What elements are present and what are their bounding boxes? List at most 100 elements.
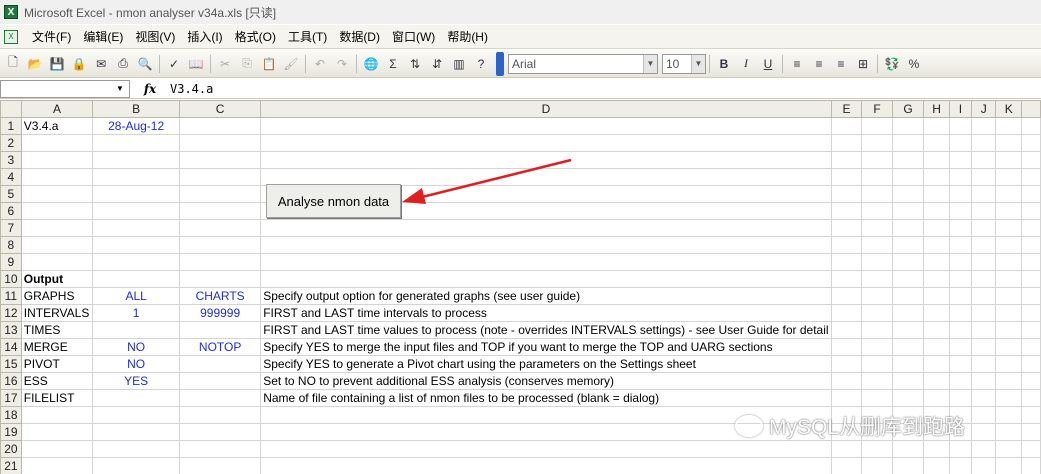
cell-b[interactable]	[92, 423, 181, 441]
cell-empty[interactable]	[923, 389, 950, 407]
cell-a[interactable]: FILELIST	[20, 389, 94, 407]
cell-empty[interactable]	[830, 457, 863, 474]
font-name-select[interactable]: Arial ▼	[508, 53, 658, 74]
cell-empty[interactable]	[891, 134, 925, 152]
cell-empty[interactable]	[948, 372, 973, 390]
column-header-empty[interactable]	[1021, 100, 1041, 118]
align-center-icon[interactable]: ≡	[809, 54, 829, 74]
cell-empty[interactable]	[971, 372, 997, 390]
cell-empty[interactable]	[861, 185, 893, 203]
print-preview-icon[interactable]: 🔍	[135, 54, 155, 74]
cell-empty[interactable]	[971, 338, 997, 356]
cell-c[interactable]	[179, 117, 262, 135]
cell-empty[interactable]	[971, 151, 997, 169]
cell-empty[interactable]	[861, 389, 893, 407]
cell-empty[interactable]	[971, 253, 997, 271]
save-icon[interactable]: 💾	[47, 54, 67, 74]
column-header[interactable]: B	[92, 100, 181, 118]
cell-empty[interactable]	[923, 457, 950, 474]
cell-empty[interactable]	[861, 219, 893, 237]
cell-empty[interactable]	[891, 304, 925, 322]
menu-window[interactable]: 窗口(W)	[386, 27, 441, 47]
cell-empty[interactable]	[971, 117, 997, 135]
cell-empty[interactable]	[830, 321, 863, 339]
cell-empty[interactable]	[995, 185, 1023, 203]
cell-b[interactable]	[92, 389, 181, 407]
cell-empty[interactable]	[830, 372, 863, 390]
cell-empty[interactable]	[995, 406, 1023, 424]
cell-empty[interactable]	[830, 389, 863, 407]
cell-a[interactable]	[20, 457, 94, 474]
cell-b[interactable]	[92, 321, 181, 339]
cell-empty[interactable]	[861, 372, 893, 390]
row-header[interactable]: 20	[0, 440, 22, 458]
cell-empty[interactable]	[861, 253, 893, 271]
cell-b[interactable]	[92, 270, 181, 288]
column-header[interactable]: I	[948, 100, 973, 118]
cell-empty[interactable]	[995, 134, 1023, 152]
cell-empty[interactable]	[861, 304, 893, 322]
cell-empty[interactable]	[891, 440, 925, 458]
cell-empty[interactable]	[891, 287, 925, 305]
row-header[interactable]: 5	[0, 185, 22, 203]
cell-empty[interactable]	[830, 202, 863, 220]
row-header[interactable]: 2	[0, 134, 22, 152]
cell-empty[interactable]	[948, 134, 973, 152]
column-header[interactable]: J	[971, 100, 997, 118]
column-header[interactable]: K	[995, 100, 1023, 118]
cell-empty[interactable]	[948, 236, 973, 254]
cell-a[interactable]	[20, 253, 94, 271]
row-header[interactable]: 21	[0, 457, 22, 474]
menu-tools[interactable]: 工具(T)	[282, 27, 333, 47]
cell-c[interactable]	[179, 168, 262, 186]
cell-empty[interactable]	[923, 372, 950, 390]
cell-empty[interactable]	[995, 440, 1023, 458]
merge-center-icon[interactable]: ⊞	[853, 54, 873, 74]
cell-empty[interactable]	[830, 440, 863, 458]
cell-empty[interactable]	[891, 168, 925, 186]
cell-empty[interactable]	[948, 151, 973, 169]
cell-empty[interactable]	[891, 321, 925, 339]
cell-empty[interactable]	[995, 202, 1023, 220]
menu-help[interactable]: 帮助(H)	[441, 27, 494, 47]
column-header[interactable]: F	[861, 100, 893, 118]
cell-a[interactable]: TIMES	[20, 321, 94, 339]
cell-empty[interactable]	[830, 287, 863, 305]
row-header[interactable]: 15	[0, 355, 22, 373]
cell-empty[interactable]	[971, 457, 997, 474]
cell-empty[interactable]	[923, 440, 950, 458]
cell-empty[interactable]	[1021, 423, 1041, 441]
cell-a[interactable]: MERGE	[20, 338, 94, 356]
cell-empty[interactable]	[923, 304, 950, 322]
cell-a[interactable]	[20, 406, 94, 424]
cell-c[interactable]	[179, 253, 262, 271]
cell-empty[interactable]	[1021, 389, 1041, 407]
cell-empty[interactable]	[995, 321, 1023, 339]
cell-empty[interactable]	[861, 270, 893, 288]
cell-empty[interactable]	[923, 355, 950, 373]
cell-c[interactable]	[179, 270, 262, 288]
sort-descending-icon[interactable]: ⇵	[427, 54, 447, 74]
cell-empty[interactable]	[891, 372, 925, 390]
cell-empty[interactable]	[1021, 219, 1041, 237]
formula-input[interactable]: V3.4.a	[170, 82, 213, 96]
cell-empty[interactable]	[971, 185, 997, 203]
cell-c[interactable]	[179, 406, 262, 424]
cell-empty[interactable]	[830, 134, 863, 152]
cell-empty[interactable]	[971, 236, 997, 254]
cell-empty[interactable]	[923, 185, 950, 203]
cell-empty[interactable]	[830, 304, 863, 322]
cell-a[interactable]: PIVOT	[20, 355, 94, 373]
cell-empty[interactable]	[861, 151, 893, 169]
undo-icon[interactable]: ↶	[310, 54, 330, 74]
cell-empty[interactable]	[830, 219, 863, 237]
cell-empty[interactable]	[995, 355, 1023, 373]
column-header[interactable]: D	[260, 100, 832, 118]
cell-b[interactable]	[92, 151, 181, 169]
cell-empty[interactable]	[861, 134, 893, 152]
cell-a[interactable]	[20, 236, 94, 254]
cell-empty[interactable]	[948, 117, 973, 135]
cell-empty[interactable]	[923, 202, 950, 220]
cell-empty[interactable]	[995, 117, 1023, 135]
cell-d[interactable]: Specify output option for generated grap…	[260, 287, 832, 305]
